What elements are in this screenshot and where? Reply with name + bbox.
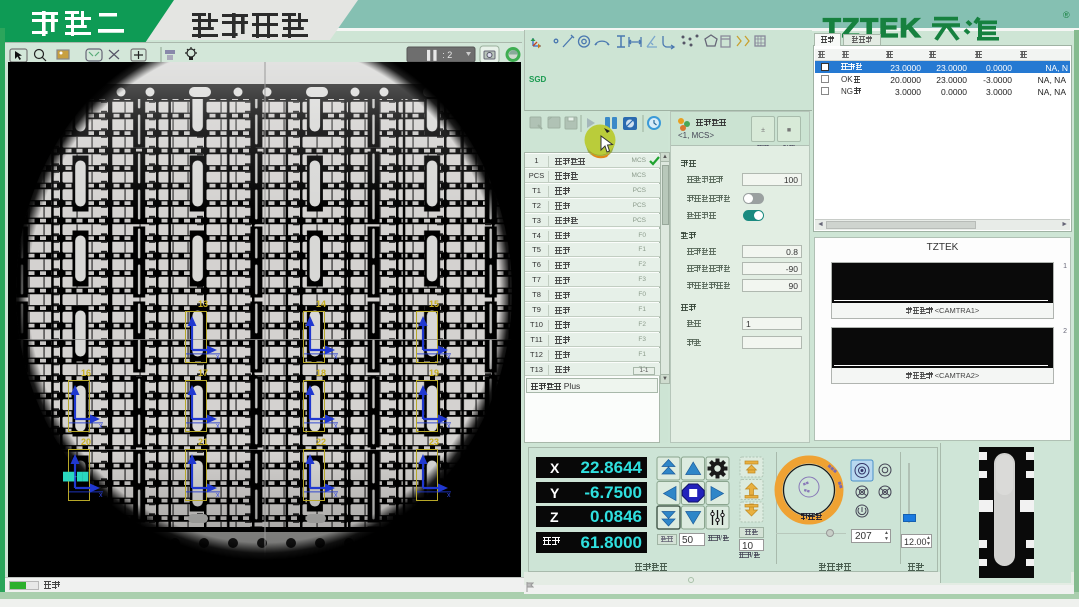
svg-text:x: x	[334, 423, 338, 429]
svg-text:x: x	[216, 354, 220, 360]
svg-text:x: x	[99, 423, 103, 429]
svg-text:x: x	[99, 492, 103, 498]
svg-text:x: x	[447, 492, 451, 498]
svg-text:▌▌ : 2: ▌▌ : 2	[427, 49, 452, 61]
svg-text:x: x	[334, 354, 338, 360]
svg-text:SGD: SGD	[529, 75, 547, 84]
svg-text:■■: ■■	[803, 488, 810, 495]
svg-text:■■: ■■	[802, 480, 810, 488]
svg-text:x: x	[216, 423, 220, 429]
svg-text:x: x	[447, 423, 451, 429]
svg-text:x: x	[334, 492, 338, 498]
svg-text:x: x	[447, 354, 451, 360]
svg-text:x: x	[216, 492, 220, 498]
